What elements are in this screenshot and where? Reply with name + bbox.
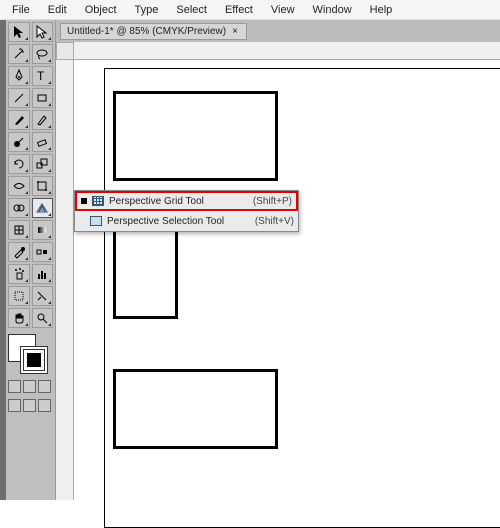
change-screen-icon[interactable] [38,399,51,412]
menu-help[interactable]: Help [362,2,401,18]
tool-flyout-menu: Perspective Grid Tool (Shift+P) Perspect… [74,190,299,232]
active-indicator-icon [81,198,87,204]
type-tool[interactable]: T [32,66,54,86]
rotate-tool[interactable] [8,154,30,174]
close-tab-icon[interactable]: × [230,26,240,37]
ruler-corner [56,42,74,60]
none-mode-icon[interactable] [38,380,51,393]
free-transform-tool[interactable] [32,176,54,196]
pencil-tool[interactable] [32,110,54,130]
ruler-vertical[interactable] [56,60,74,500]
gradient-tool[interactable] [32,220,54,240]
perspective-grid-tool[interactable] [32,198,54,218]
document-tab-title: Untitled-1* @ 85% (CMYK/Preview) [67,26,226,37]
menu-effect[interactable]: Effect [217,2,261,18]
blob-brush-tool[interactable] [8,132,30,152]
artboard [104,68,500,528]
eraser-tool[interactable] [32,132,54,152]
draw-mode-icon[interactable] [8,399,21,412]
paintbrush-tool[interactable] [8,110,30,130]
magic-wand-tool[interactable] [8,44,30,64]
rectangle-shape[interactable] [113,369,278,449]
document-tab[interactable]: Untitled-1* @ 85% (CMYK/Preview) × [60,23,247,40]
fill-stroke-swatch[interactable] [8,334,52,374]
flyout-item-shortcut: (Shift+V) [255,216,294,227]
hand-tool[interactable] [8,308,30,328]
column-graph-tool[interactable] [32,264,54,284]
tools-panel: T [6,20,56,500]
ruler-horizontal[interactable] [74,42,500,60]
perspective-selection-icon [89,214,103,228]
eyedropper-tool[interactable] [8,242,30,262]
menu-view[interactable]: View [263,2,303,18]
gradient-mode-icon[interactable] [23,380,36,393]
document-area: Untitled-1* @ 85% (CMYK/Preview) × Persp… [56,20,500,500]
document-tab-bar: Untitled-1* @ 85% (CMYK/Preview) × [56,20,500,42]
stroke-color-icon[interactable] [20,346,48,374]
svg-text:T: T [37,69,45,83]
flyout-item-shortcut: (Shift+P) [253,196,292,207]
canvas[interactable]: Perspective Grid Tool (Shift+P) Perspect… [74,60,500,500]
direct-selection-tool[interactable] [32,22,54,42]
menu-window[interactable]: Window [305,2,360,18]
artboard-tool[interactable] [8,286,30,306]
flyout-item-perspective-selection[interactable]: Perspective Selection Tool (Shift+V) [75,211,298,231]
screen-mode-row [8,399,53,412]
pen-tool[interactable] [8,66,30,86]
color-mode-icon[interactable] [8,380,21,393]
screen-mode-icon[interactable] [23,399,36,412]
menu-edit[interactable]: Edit [40,2,75,18]
menu-file[interactable]: File [4,2,38,18]
flyout-item-perspective-grid[interactable]: Perspective Grid Tool (Shift+P) [75,191,298,211]
scale-tool[interactable] [32,154,54,174]
flyout-item-label: Perspective Grid Tool [109,196,249,207]
perspective-grid-icon [91,194,105,208]
color-mode-row [8,380,53,393]
line-tool[interactable] [8,88,30,108]
menu-object[interactable]: Object [77,2,125,18]
rectangle-tool[interactable] [32,88,54,108]
symbol-sprayer-tool[interactable] [8,264,30,284]
blend-tool[interactable] [32,242,54,262]
zoom-tool[interactable] [32,308,54,328]
slice-tool[interactable] [32,286,54,306]
menu-bar: File Edit Object Type Select Effect View… [0,0,500,20]
flyout-item-label: Perspective Selection Tool [107,216,251,227]
mesh-tool[interactable] [8,220,30,240]
width-tool[interactable] [8,176,30,196]
menu-select[interactable]: Select [168,2,215,18]
lasso-tool[interactable] [32,44,54,64]
rectangle-shape[interactable] [113,91,278,181]
menu-type[interactable]: Type [127,2,167,18]
rectangle-shape[interactable] [113,229,178,319]
shape-builder-tool[interactable] [8,198,30,218]
selection-tool[interactable] [8,22,30,42]
